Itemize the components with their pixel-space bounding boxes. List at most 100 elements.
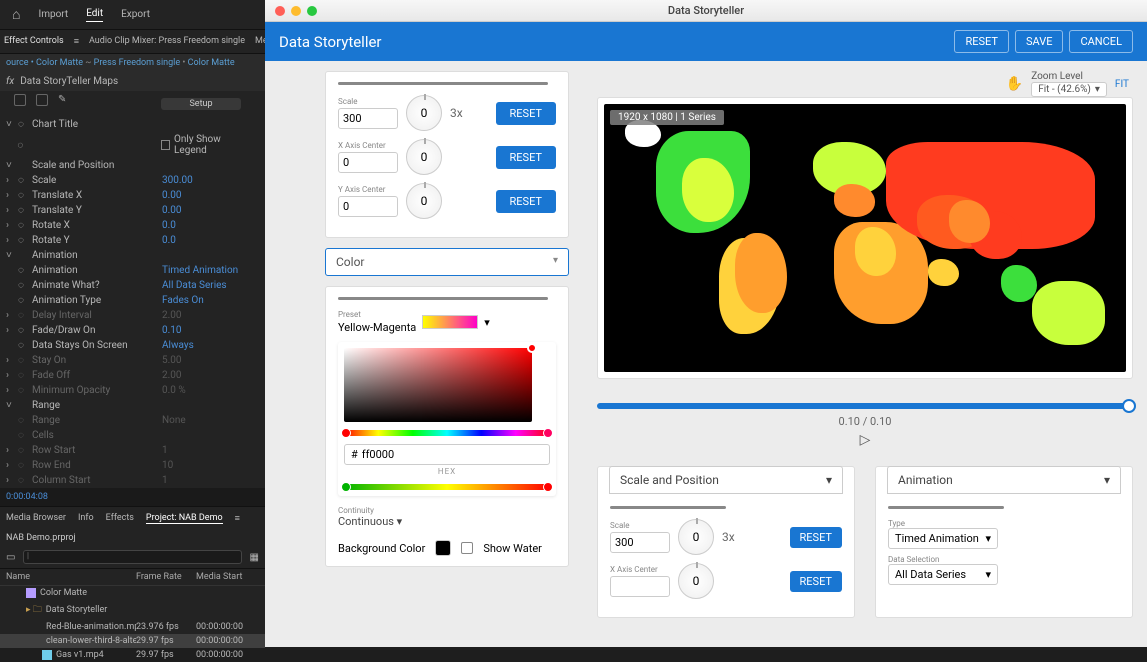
fit-button[interactable]: FIT bbox=[1115, 79, 1129, 90]
prop-col-start[interactable]: ›◌Column Start1 bbox=[0, 473, 265, 488]
tab-effects[interactable]: Effects bbox=[106, 513, 134, 524]
chart-title-row[interactable]: ˅ ◌ Chart Title bbox=[0, 117, 265, 132]
prop-fade-off[interactable]: ›◌Fade Off2.00 bbox=[0, 368, 265, 383]
twisty-icon[interactable]: ˅ bbox=[6, 160, 18, 171]
hue-slider[interactable] bbox=[344, 430, 550, 436]
ellipse-mask-icon[interactable] bbox=[14, 94, 26, 106]
prop-translate-x[interactable]: ›◌Translate X0.00 bbox=[0, 188, 265, 203]
col-name[interactable]: Name bbox=[6, 572, 136, 582]
ycenter-knob[interactable]: 0 bbox=[406, 183, 442, 219]
col-start[interactable]: Media Start bbox=[196, 572, 242, 582]
prop-stays[interactable]: ◌Data Stays On ScreenAlways bbox=[0, 338, 265, 353]
xcenter-reset-button[interactable]: RESET bbox=[790, 571, 842, 592]
scale-input[interactable] bbox=[610, 532, 670, 553]
continuity-group[interactable]: Continuity Continuous ▾ bbox=[338, 506, 556, 528]
fx-name[interactable]: Data StoryTeller Maps bbox=[20, 76, 118, 87]
preset-value[interactable]: Yellow-Magenta bbox=[338, 321, 416, 334]
rect-mask-icon[interactable] bbox=[36, 94, 48, 106]
stopwatch-icon[interactable]: ◌ bbox=[18, 119, 32, 130]
minimize-dot-icon[interactable] bbox=[291, 6, 301, 16]
scale-knob[interactable]: 0 bbox=[406, 95, 442, 131]
timecode[interactable]: 0:00:04:08 bbox=[0, 488, 265, 506]
prop-cells[interactable]: ◌Cells bbox=[0, 428, 265, 443]
tab-hamburger-icon[interactable]: ≡ bbox=[74, 36, 79, 47]
prop-translate-y[interactable]: ›◌Translate Y0.00 bbox=[0, 203, 265, 218]
bg-color-swatch[interactable] bbox=[435, 540, 451, 556]
menu-import[interactable]: Import bbox=[38, 9, 68, 20]
setup-button[interactable]: Setup bbox=[161, 98, 241, 110]
pen-mask-icon[interactable]: ✎ bbox=[58, 94, 66, 114]
ycenter-reset-button[interactable]: RESET bbox=[496, 190, 556, 213]
data-selection-select[interactable]: All Data Series▾ bbox=[888, 564, 998, 585]
tab-effect-controls[interactable]: Effect Controls bbox=[4, 36, 64, 47]
grad-handle-left[interactable] bbox=[341, 482, 351, 492]
tab-project[interactable]: Project: NAB Demo bbox=[146, 513, 223, 524]
scale-reset-button[interactable]: RESET bbox=[790, 527, 842, 548]
crumb-c[interactable]: Color Matte bbox=[188, 58, 235, 68]
xcenter-input[interactable] bbox=[610, 576, 670, 597]
range-section[interactable]: ˅Range bbox=[0, 398, 265, 413]
xcenter-input[interactable] bbox=[338, 152, 398, 173]
twisty-icon[interactable]: ˅ bbox=[6, 119, 18, 130]
scale-section[interactable]: ˅ Scale and Position bbox=[0, 158, 265, 173]
prop-scale[interactable]: ›◌Scale300.00 bbox=[0, 173, 265, 188]
tab-info[interactable]: Info bbox=[78, 513, 94, 524]
prop-range[interactable]: ◌RangeNone bbox=[0, 413, 265, 428]
prop-rotate-x[interactable]: ›◌Rotate X0.0 bbox=[0, 218, 265, 233]
file-red-blue[interactable]: Red-Blue-animation.mp23.976 fps00:00:00:… bbox=[0, 620, 265, 634]
crumb-b[interactable]: Press Freedom single bbox=[94, 58, 180, 68]
scale-reset-button[interactable]: RESET bbox=[496, 102, 556, 125]
file-clean-lower[interactable]: clean-lower-third-8-alte29.97 fps00:00:0… bbox=[0, 634, 265, 648]
reset-all-button[interactable]: RESET bbox=[954, 30, 1008, 53]
timeline-track[interactable] bbox=[597, 403, 1133, 409]
timeline-handle[interactable] bbox=[1122, 399, 1136, 413]
hue-handle-right[interactable] bbox=[543, 428, 553, 438]
home-icon[interactable]: ⌂ bbox=[12, 6, 20, 23]
scale-input[interactable] bbox=[338, 108, 398, 129]
color-picker-area[interactable] bbox=[344, 348, 532, 422]
cancel-button[interactable]: CANCEL bbox=[1069, 30, 1133, 53]
world-map-preview[interactable] bbox=[604, 104, 1126, 372]
crumb-a[interactable]: ource • Color Matte bbox=[6, 58, 83, 68]
tab-media-browser[interactable]: Media Browser bbox=[6, 513, 66, 524]
continuity-value[interactable]: Continuous ▾ bbox=[338, 515, 402, 528]
prop-fade-on[interactable]: ›◌Fade/Draw On0.10 bbox=[0, 323, 265, 338]
folder-data-storyteller[interactable]: ▸ 🗀Data Storyteller bbox=[0, 600, 265, 620]
close-dot-icon[interactable] bbox=[275, 6, 285, 16]
col-fps[interactable]: Frame Rate bbox=[136, 572, 196, 582]
window-titlebar[interactable]: Data Storyteller bbox=[265, 0, 1147, 22]
anim-section[interactable]: ˅Animation bbox=[0, 248, 265, 263]
file-gas[interactable]: Gas v1.mp429.97 fps00:00:00:00 bbox=[0, 648, 265, 662]
xcenter-knob[interactable]: 0 bbox=[678, 563, 714, 599]
prop-animation[interactable]: ◌AnimationTimed Animation bbox=[0, 263, 265, 278]
prop-min-opacity[interactable]: ›◌Minimum Opacity0.0 % bbox=[0, 383, 265, 398]
gradient-slider[interactable] bbox=[344, 484, 550, 490]
tab-audio-mixer[interactable]: Audio Clip Mixer: Press Freedom single bbox=[89, 36, 245, 47]
bin-icon[interactable]: ▭ bbox=[6, 552, 15, 563]
prop-animation-type[interactable]: ◌Animation TypeFades On bbox=[0, 293, 265, 308]
show-water-checkbox[interactable] bbox=[461, 542, 473, 554]
project-search-input[interactable] bbox=[23, 550, 241, 564]
grad-handle-right[interactable] bbox=[543, 482, 553, 492]
color-handle[interactable] bbox=[527, 343, 537, 353]
save-button[interactable]: SAVE bbox=[1015, 30, 1064, 53]
type-select[interactable]: Timed Animation▾ bbox=[888, 528, 998, 549]
prop-row-end[interactable]: ›◌Row End10 bbox=[0, 458, 265, 473]
tab-menu-icon[interactable]: ≡ bbox=[235, 513, 240, 524]
zoom-dot-icon[interactable] bbox=[307, 6, 317, 16]
zoom-dropdown[interactable]: Fit - (42.6%)▾ bbox=[1031, 82, 1107, 97]
folder-view-icon[interactable]: ▦ bbox=[250, 552, 259, 563]
menu-edit[interactable]: Edit bbox=[86, 8, 103, 22]
play-button-icon[interactable]: ▷ bbox=[597, 432, 1133, 448]
only-show-legend-check[interactable]: Only Show Legend bbox=[161, 134, 251, 156]
xcenter-knob[interactable]: 0 bbox=[406, 139, 442, 175]
hue-handle-left[interactable] bbox=[341, 428, 351, 438]
file-colormatte[interactable]: Color Matte bbox=[0, 586, 265, 600]
prop-delay[interactable]: ›◌Delay Interval2.00 bbox=[0, 308, 265, 323]
animation-dropdown[interactable]: Animation▾ bbox=[887, 466, 1121, 494]
stopwatch-icon[interactable]: ◌ bbox=[17, 140, 30, 151]
scale-position-dropdown[interactable]: Scale and Position▾ bbox=[609, 466, 843, 494]
scale-knob[interactable]: 0 bbox=[678, 519, 714, 555]
prop-animate-what[interactable]: ◌Animate What?All Data Series bbox=[0, 278, 265, 293]
color-section-dropdown[interactable]: Color ▾ bbox=[325, 248, 569, 276]
